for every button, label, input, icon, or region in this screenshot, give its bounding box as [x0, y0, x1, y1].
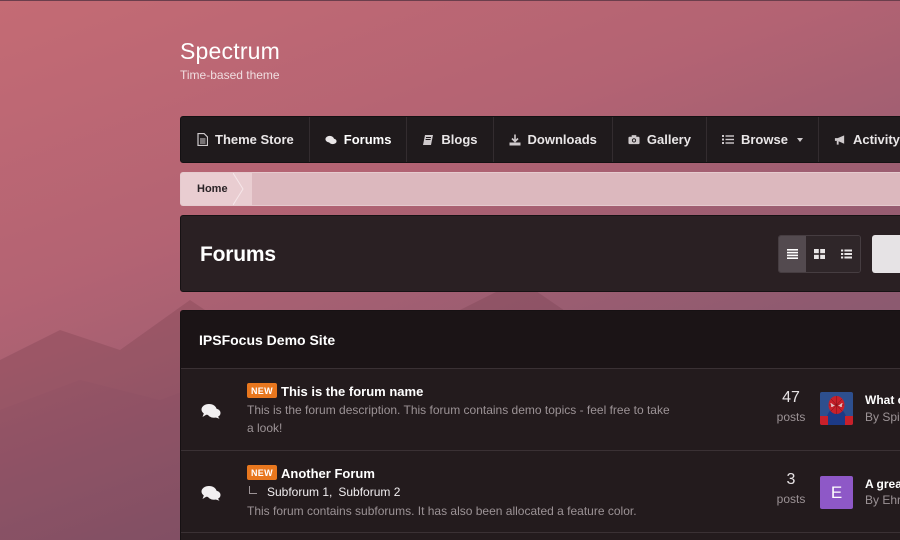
breadcrumb-separator-icon — [233, 173, 244, 205]
forum-description: This forum contains subforums. It has al… — [247, 504, 637, 518]
post-count-label: posts — [776, 410, 806, 424]
site-subtitle: Time-based theme — [180, 68, 280, 82]
nav-label: Blogs — [441, 132, 478, 147]
forum-category: IPSFocus Demo Site NEW This is the forum… — [180, 310, 900, 540]
forum-row: NEW This is the forum name This is the f… — [181, 369, 900, 451]
nav-item-gallery[interactable]: Gallery — [613, 117, 707, 162]
view-mode-toggle — [778, 235, 861, 273]
category-title-text: IPSFocus Demo Site — [199, 331, 336, 348]
start-topic-button[interactable] — [872, 235, 900, 273]
forum-post-stats: 47 posts — [761, 389, 821, 424]
site-brand[interactable]: Spectrum Time-based theme — [180, 38, 280, 82]
forum-comments-icon — [201, 486, 221, 501]
page-title: Forums — [200, 243, 276, 266]
nav-label: Forums — [343, 132, 392, 147]
category-title[interactable]: IPSFocus Demo Site — [181, 311, 900, 369]
post-count-label: posts — [776, 492, 806, 506]
post-count: 3 — [786, 471, 796, 488]
nav-label: Browse — [740, 132, 788, 147]
nav-item-browse[interactable]: Browse — [707, 117, 819, 162]
spiderman-avatar-image — [820, 392, 853, 425]
download-icon — [509, 134, 521, 146]
breadcrumb: Home — [180, 172, 900, 206]
breadcrumb-home-label: Home — [197, 183, 228, 195]
grid-view-button[interactable] — [806, 236, 833, 272]
subforum-link[interactable]: Subforum 1, — [267, 485, 332, 499]
forum-description: This is the forum description. This foru… — [247, 403, 670, 435]
forum-row: NEW Another Forum Subforum 1, Subforum 2… — [181, 451, 900, 533]
site-title[interactable]: Spectrum — [180, 38, 280, 65]
nav-item-downloads[interactable]: Downloads — [494, 117, 613, 162]
document-icon — [196, 133, 208, 146]
table-view-button[interactable] — [779, 236, 806, 272]
nav-label: Downloads — [527, 132, 597, 147]
nav-item-forums[interactable]: Forums — [310, 117, 408, 162]
subforum-indent-icon — [249, 485, 257, 494]
list-view-button[interactable] — [833, 236, 860, 272]
nav-label: Theme Store — [215, 132, 294, 147]
avatar[interactable]: E — [820, 476, 853, 509]
nav-item-theme-store[interactable]: Theme Store — [181, 117, 310, 162]
nav-item-activity[interactable]: Activity — [819, 117, 900, 162]
last-post-author[interactable]: By Ehr — [865, 493, 900, 507]
list-icon — [721, 134, 734, 146]
comments-icon — [325, 134, 337, 146]
nav-item-blogs[interactable]: Blogs — [407, 117, 494, 162]
megaphone-icon — [834, 134, 846, 146]
chevron-down-icon — [796, 137, 803, 142]
page-header: Forums — [180, 215, 900, 292]
last-post-author[interactable]: By Spi — [865, 410, 900, 424]
forum-comments-icon — [201, 404, 221, 419]
grid-view-icon — [814, 249, 825, 259]
subforum-list: Subforum 1, Subforum 2 — [249, 485, 400, 499]
table-view-icon — [787, 249, 798, 259]
list-view-icon — [841, 249, 852, 259]
camera-icon — [628, 134, 640, 146]
book-icon — [422, 134, 434, 146]
nav-label: Gallery — [646, 132, 691, 147]
forum-title-link[interactable]: Another Forum — [281, 466, 375, 481]
new-badge: NEW — [247, 383, 277, 398]
post-count: 47 — [782, 389, 800, 406]
subforum-link[interactable]: Subforum 2 — [338, 485, 400, 499]
last-post-title[interactable]: A grea — [865, 477, 900, 491]
last-post-title[interactable]: What c — [865, 393, 900, 407]
main-navigation: Theme Store Forums Blogs Downloads Galle… — [180, 116, 900, 163]
avatar[interactable] — [820, 392, 853, 425]
forum-title-link[interactable]: This is the forum name — [281, 384, 423, 399]
new-badge: NEW — [247, 465, 277, 480]
nav-label: Activity — [852, 132, 900, 147]
forum-post-stats: 3 posts — [761, 471, 821, 506]
